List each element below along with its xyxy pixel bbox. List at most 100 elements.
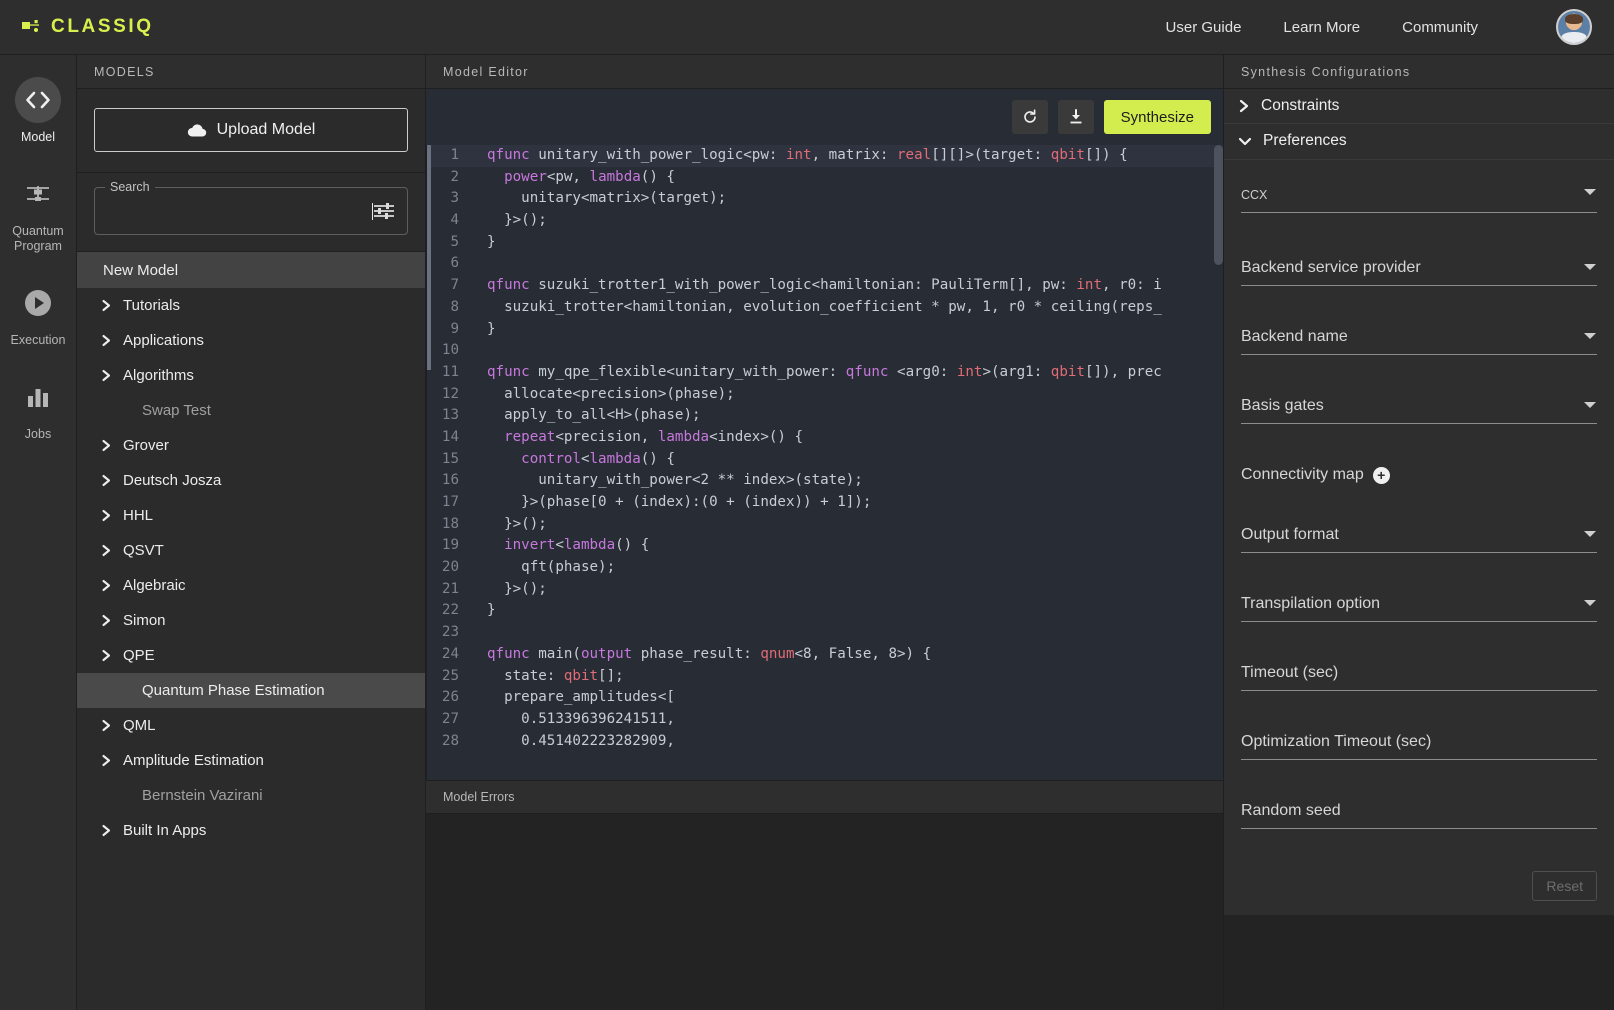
rail-item-jobs[interactable]: Jobs: [0, 374, 76, 442]
code-line[interactable]: 13 apply_to_all<H>(phase);: [427, 405, 1223, 427]
tree-item-algebraic[interactable]: Algebraic: [77, 568, 425, 603]
code-line[interactable]: 1qfunc unitary_with_power_logic<pw: int,…: [427, 145, 1223, 167]
code-line[interactable]: 28 0.451402223282909,: [427, 731, 1223, 753]
tree-item-algorithms[interactable]: Algorithms: [77, 358, 425, 393]
chevron-right-icon[interactable]: [99, 579, 113, 592]
code-line[interactable]: 21 }>();: [427, 579, 1223, 601]
field-transpilation-option[interactable]: Transpilation option: [1241, 595, 1597, 622]
code-line[interactable]: 9}: [427, 319, 1223, 341]
code-line[interactable]: 15 control<lambda() {: [427, 449, 1223, 471]
chevron-right-icon[interactable]: [99, 649, 113, 662]
tree-item-grover[interactable]: Grover: [77, 428, 425, 463]
search-input[interactable]: [107, 203, 370, 219]
chevron-right-icon[interactable]: [99, 509, 113, 522]
code-line[interactable]: 19 invert<lambda() {: [427, 535, 1223, 557]
field-backend-name[interactable]: Backend name: [1241, 328, 1597, 355]
tree-item-simon[interactable]: Simon: [77, 603, 425, 638]
code-line[interactable]: 16 unitary_with_power<2 ** index>(state)…: [427, 470, 1223, 492]
upload-model-button[interactable]: Upload Model: [94, 108, 408, 152]
download-button[interactable]: [1058, 100, 1094, 134]
dropdown-arrow-icon[interactable]: [1583, 526, 1597, 544]
chevron-right-icon[interactable]: [99, 544, 113, 557]
rail-item-quantum-program[interactable]: Quantum Program: [0, 171, 76, 254]
editor-left-scroll-indicator[interactable]: [427, 145, 431, 370]
tree-item-amplitude-estimation[interactable]: Amplitude Estimation: [77, 743, 425, 778]
chevron-right-icon[interactable]: [99, 614, 113, 627]
code-line[interactable]: 4 }>();: [427, 210, 1223, 232]
code-content[interactable]: 1qfunc unitary_with_power_logic<pw: int,…: [427, 145, 1223, 752]
field-backend-service-provider[interactable]: Backend service provider: [1241, 259, 1597, 286]
tree-item-applications[interactable]: Applications: [77, 323, 425, 358]
code-line[interactable]: 6: [427, 253, 1223, 275]
dropdown-arrow-icon[interactable]: [1583, 397, 1597, 415]
field-timeout-sec-[interactable]: Timeout (sec): [1241, 664, 1597, 691]
accordion-constraints[interactable]: Constraints: [1224, 89, 1614, 124]
tree-item-new-model[interactable]: New Model: [77, 252, 425, 288]
refresh-button[interactable]: [1012, 100, 1048, 134]
code-line[interactable]: 14 repeat<precision, lambda<index>() {: [427, 427, 1223, 449]
code-line[interactable]: 24qfunc main(output phase_result: qnum<8…: [427, 644, 1223, 666]
synthesize-button[interactable]: Synthesize: [1104, 100, 1211, 134]
dropdown-arrow-icon[interactable]: [1583, 328, 1597, 346]
chevron-right-icon[interactable]: [99, 754, 113, 767]
nav-community[interactable]: Community: [1402, 19, 1478, 36]
avatar[interactable]: [1556, 9, 1592, 45]
tree-item-built-in-apps[interactable]: Built In Apps: [77, 813, 425, 848]
tree-item-qsvt[interactable]: QSVT: [77, 533, 425, 568]
plus-circle-icon[interactable]: +: [1373, 467, 1390, 484]
tree-item-tutorials[interactable]: Tutorials: [77, 288, 425, 323]
code-editor[interactable]: 1qfunc unitary_with_power_logic<pw: int,…: [426, 145, 1223, 780]
tree-item-qpe[interactable]: QPE: [77, 638, 425, 673]
code-line[interactable]: 7qfunc suzuki_trotter1_with_power_logic<…: [427, 275, 1223, 297]
rail-item-execution[interactable]: Execution: [0, 280, 76, 348]
line-text: [473, 340, 487, 362]
tune-icon[interactable]: [373, 202, 395, 220]
code-line[interactable]: 22}: [427, 600, 1223, 622]
line-text: qfunc unitary_with_power_logic<pw: int, …: [473, 145, 1128, 167]
chevron-right-icon[interactable]: [99, 824, 113, 837]
chevron-right-icon[interactable]: [99, 719, 113, 732]
rail-item-model[interactable]: Model: [0, 77, 76, 145]
tree-item-bernstein-vazirani[interactable]: Bernstein Vazirani: [77, 778, 425, 813]
chevron-right-icon[interactable]: [99, 334, 113, 347]
app-logo[interactable]: CLASSIQ: [22, 16, 154, 38]
code-line[interactable]: 25 state: qbit[];: [427, 666, 1223, 688]
dropdown-arrow-icon[interactable]: [1583, 595, 1597, 613]
dropdown-arrow-icon[interactable]: [1583, 184, 1597, 202]
accordion-preferences[interactable]: Preferences: [1224, 124, 1614, 159]
nav-learn-more[interactable]: Learn More: [1283, 19, 1360, 36]
field-optimization-timeout-sec-[interactable]: Optimization Timeout (sec): [1241, 733, 1597, 760]
code-line[interactable]: 8 suzuki_trotter<hamiltonian, evolution_…: [427, 297, 1223, 319]
tree-item-quantum-phase-estimation[interactable]: Quantum Phase Estimation: [77, 673, 425, 708]
field-basis-gates[interactable]: Basis gates: [1241, 397, 1597, 424]
tree-item-deutsch-josza[interactable]: Deutsch Josza: [77, 463, 425, 498]
chevron-right-icon[interactable]: [99, 299, 113, 312]
code-line[interactable]: 27 0.513396396241511,: [427, 709, 1223, 731]
code-line[interactable]: 17 }>(phase[0 + (index):(0 + (index)) + …: [427, 492, 1223, 514]
code-line[interactable]: 12 allocate<precision>(phase);: [427, 384, 1223, 406]
code-line[interactable]: 2 power<pw, lambda() {: [427, 167, 1223, 189]
dropdown-arrow-icon[interactable]: [1583, 259, 1597, 277]
code-line[interactable]: 20 qft(phase);: [427, 557, 1223, 579]
chevron-right-icon[interactable]: [99, 439, 113, 452]
code-line[interactable]: 26 prepare_amplitudes<[: [427, 687, 1223, 709]
field-connectivity-map[interactable]: Connectivity map+: [1241, 466, 1597, 484]
editor-vertical-scrollbar[interactable]: [1214, 145, 1223, 780]
code-line[interactable]: 3 unitary<matrix>(target);: [427, 188, 1223, 210]
nav-user-guide[interactable]: User Guide: [1166, 19, 1242, 36]
chevron-right-icon[interactable]: [99, 369, 113, 382]
code-line[interactable]: 23: [427, 622, 1223, 644]
field-random-seed[interactable]: Random seed: [1241, 802, 1597, 829]
code-line[interactable]: 11qfunc my_qpe_flexible<unitary_with_pow…: [427, 362, 1223, 384]
field-output-format[interactable]: Output format: [1241, 526, 1597, 553]
code-line[interactable]: 10: [427, 340, 1223, 362]
tree-item-qml[interactable]: QML: [77, 708, 425, 743]
reset-button[interactable]: Reset: [1532, 871, 1597, 901]
tree-item-hhl[interactable]: HHL: [77, 498, 425, 533]
field-ccx[interactable]: CCX: [1241, 184, 1597, 213]
code-line[interactable]: 18 }>();: [427, 514, 1223, 536]
tree-item-swap-test[interactable]: Swap Test: [77, 393, 425, 428]
search-box[interactable]: Search: [94, 187, 408, 235]
code-line[interactable]: 5}: [427, 232, 1223, 254]
chevron-right-icon[interactable]: [99, 474, 113, 487]
